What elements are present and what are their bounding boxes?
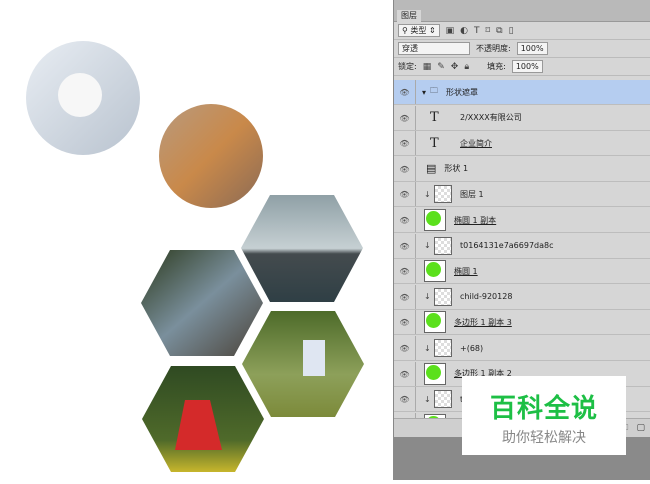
visibility-eye-icon[interactable]: 👁︎ <box>394 336 416 360</box>
opacity-label: 不透明度: <box>476 44 511 53</box>
layer-thumbnail <box>434 236 452 255</box>
layer-name: 企业简介 <box>460 138 492 148</box>
layer-row[interactable]: 👁︎ ↓ t0164131e7a6697da8c <box>394 233 650 259</box>
layer-row[interactable]: 👁︎ ↓ child-920128 <box>394 284 650 310</box>
adjustment-filter-icon[interactable]: ◐ <box>460 26 468 36</box>
layer-row[interactable]: 👁︎ ▤ 形状 1 <box>394 156 650 182</box>
text-layer-icon: T <box>430 110 439 126</box>
lock-transparent-icon[interactable]: ▦ <box>423 62 432 72</box>
visibility-eye-icon[interactable]: 👁︎ <box>394 310 416 335</box>
document-canvas <box>0 0 393 480</box>
text-layer-icon: T <box>430 135 439 151</box>
fill-input[interactable]: 100% <box>511 60 543 73</box>
layer-row[interactable]: 👁︎ T 企业简介 <box>394 131 650 157</box>
visibility-eye-icon[interactable]: 👁︎ <box>394 182 416 207</box>
layer-thumbnail <box>434 339 452 357</box>
layer-name: 形状遮罩 <box>446 87 479 97</box>
filter-kind-select[interactable]: ⚲ 类型 ⇕ <box>398 24 440 37</box>
ship-photo <box>241 195 363 302</box>
clip-arrow-icon: ↓ <box>424 343 431 353</box>
ellipse-thumbnail <box>424 311 446 334</box>
blend-mode-select[interactable]: 穿透 <box>398 42 470 55</box>
layer-name: 图层 1 <box>460 189 484 199</box>
visibility-eye-icon[interactable]: 👁︎ <box>394 233 416 258</box>
smart-object-filter-icon[interactable]: ⧉ <box>496 26 502 36</box>
watermark: 百科全说 助你轻松解决 <box>462 376 626 455</box>
visibility-eye-icon[interactable]: 👁︎ <box>394 259 416 284</box>
lock-move-icon[interactable]: ✥ <box>451 62 459 72</box>
blend-mode-value: 穿透 <box>402 44 418 53</box>
ellipse-thumbnail <box>424 209 446 231</box>
lock-all-icon[interactable]: 🔒︎ <box>464 62 469 72</box>
expand-arrow-icon[interactable]: ▾ <box>422 88 426 97</box>
layer-thumbnail <box>434 390 452 409</box>
visibility-eye-icon[interactable]: 👁︎ <box>394 105 416 130</box>
clip-arrow-icon: ↓ <box>424 189 431 199</box>
orange-kitten-photo <box>159 104 263 208</box>
opacity-input[interactable]: 100% <box>516 42 548 55</box>
filter-toggle-icon[interactable]: ▯ <box>509 26 514 36</box>
shape-filter-icon[interactable]: ⌑ <box>486 26 491 36</box>
ellipse-thumbnail <box>424 260 446 283</box>
filter-kind-value: 类型 <box>410 26 427 35</box>
clip-arrow-icon: ↓ <box>424 394 431 404</box>
shape-layer-icon: ▤ <box>426 162 437 176</box>
visibility-eye-icon[interactable]: 👁︎ <box>394 156 416 181</box>
tab-layers[interactable]: 图层 <box>397 10 421 22</box>
folder-icon: 🗀 <box>430 86 439 95</box>
layer-name: +(68) <box>460 343 484 353</box>
layer-name: 椭圆 1 副本 <box>454 215 497 225</box>
fill-label: 填充: <box>487 62 506 71</box>
visibility-eye-icon[interactable]: 👁︎ <box>394 208 416 232</box>
layer-row[interactable]: 👁︎ ↓ +(68) <box>394 336 650 361</box>
watermark-subtitle: 助你轻松解决 <box>502 430 586 446</box>
visibility-eye-icon[interactable]: 👁︎ <box>394 284 416 309</box>
lock-label: 锁定: <box>398 62 417 71</box>
ellipse-thumbnail <box>424 362 446 385</box>
new-layer-icon[interactable]: ▢ <box>636 423 645 433</box>
visibility-eye-icon[interactable]: 👁︎ <box>394 387 416 412</box>
layer-row[interactable]: 👁︎ ▾ 🗀 形状遮罩 <box>394 80 650 105</box>
layer-row[interactable]: 👁︎ 椭圆 1 副本 <box>394 208 650 233</box>
layer-row[interactable]: 👁︎ ↓ 图层 1 <box>394 182 650 208</box>
clip-arrow-icon: ↓ <box>424 241 431 251</box>
layer-name: child-920128 <box>460 292 513 302</box>
lock-paint-icon[interactable]: ✎ <box>437 62 445 72</box>
layer-name: 椭圆 1 <box>454 266 478 276</box>
image-filter-icon[interactable]: ▣ <box>446 26 455 36</box>
clip-arrow-icon: ↓ <box>424 292 431 302</box>
waterfall-photo <box>141 250 263 356</box>
layer-row[interactable]: 👁︎ 多边形 1 副本 3 <box>394 310 650 336</box>
layer-name: t0164131e7a6697da8c <box>460 241 554 251</box>
canvas-artwork <box>26 41 364 472</box>
layer-name: 多边形 1 副本 3 <box>454 317 512 327</box>
type-filter-icon[interactable]: T <box>474 26 480 36</box>
layer-row[interactable]: 👁︎ 椭圆 1 <box>394 259 650 285</box>
layer-row[interactable]: 👁︎ T 2/XXXX有限公司 <box>394 105 650 131</box>
layers-panel: 图层 ⚲ 类型 ⇕ ▣ ◐ T ⌑ ⧉ ▯ 穿透 不透明度: 100% 锁定: … <box>393 0 650 438</box>
visibility-eye-icon[interactable]: 👁︎ <box>394 80 416 104</box>
layer-name: 形状 1 <box>444 164 469 174</box>
layer-name: 2/XXXX有限公司 <box>460 113 522 123</box>
watermark-title: 百科全说 <box>489 394 598 424</box>
layer-thumbnail <box>434 185 452 204</box>
visibility-eye-icon[interactable]: 👁︎ <box>394 361 416 386</box>
layer-thumbnail <box>434 287 452 306</box>
visibility-eye-icon[interactable]: 👁︎ <box>394 131 416 156</box>
